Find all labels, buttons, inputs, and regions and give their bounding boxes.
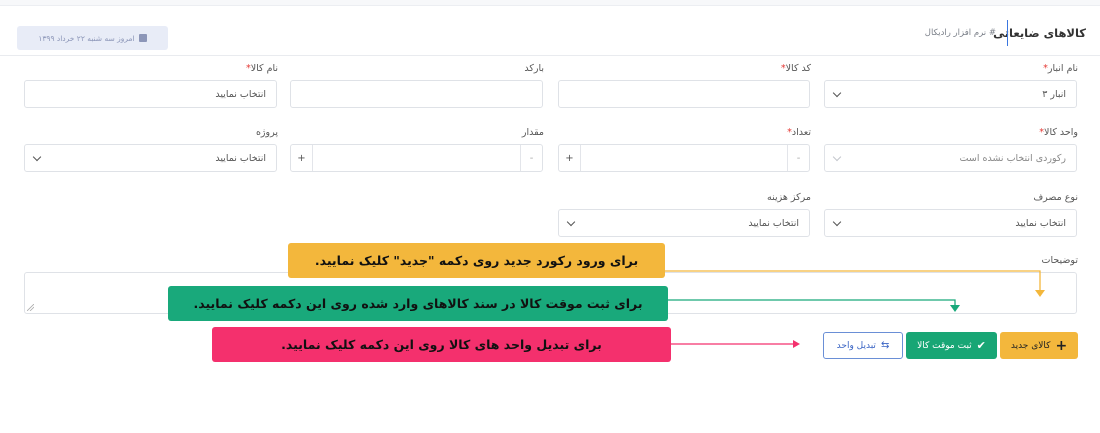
check-icon: ✔ bbox=[976, 339, 986, 352]
unit-convert-button[interactable]: ⇆ تبدیل واحد bbox=[823, 332, 903, 359]
arrow-head-new-record bbox=[1035, 290, 1045, 297]
callout-new-record: برای ورود رکورد جدید روی دکمه "جدید" کلی… bbox=[288, 243, 665, 278]
arrow-head-unit-convert bbox=[793, 340, 800, 348]
unit-convert-label: تبدیل واحد bbox=[836, 340, 876, 351]
callout-arrows bbox=[665, 270, 1045, 348]
temp-save-label: ثبت موقت کالا bbox=[917, 340, 972, 351]
arrow-head-temp-save bbox=[950, 305, 960, 312]
new-item-label: کالای جدید bbox=[1010, 340, 1051, 351]
convert-icon: ⇆ bbox=[880, 339, 890, 351]
callout-unit-convert: برای تبدیل واحد های کالا روی این دکمه کل… bbox=[212, 327, 671, 362]
arrow-new-record bbox=[665, 270, 1041, 293]
temp-save-button[interactable]: ✔ ثبت موقت کالا bbox=[906, 332, 997, 359]
plus-icon: + bbox=[1055, 337, 1068, 354]
arrow-temp-save bbox=[668, 299, 956, 308]
new-item-button[interactable]: + کالای جدید bbox=[1000, 332, 1078, 359]
callout-temp-save: برای ثبت موقت کالا در سند کالاهای وارد ش… bbox=[168, 286, 668, 321]
